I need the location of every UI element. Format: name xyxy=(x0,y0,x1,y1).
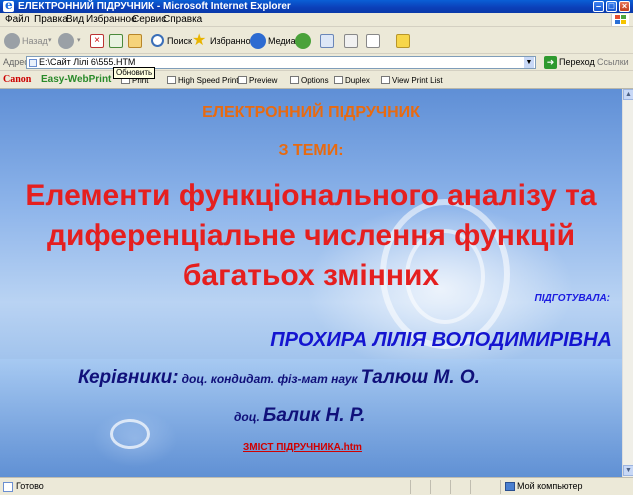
minimize-button[interactable]: – xyxy=(593,1,604,12)
view-print-list-option[interactable]: View Print List xyxy=(381,75,443,86)
preview-icon xyxy=(238,76,247,84)
author-name: ПРОХИРА ЛІЛІЯ ВОЛОДИМИРІВНА xyxy=(270,329,612,351)
menu-tools[interactable]: Сервис xyxy=(132,14,166,26)
my-computer-icon xyxy=(505,482,515,491)
menu-help[interactable]: Справка xyxy=(163,14,202,26)
windows-logo-icon xyxy=(611,14,629,26)
easy-webprint-menu[interactable]: Easy-WebPrint xyxy=(41,74,111,85)
search-button-label[interactable]: Поиск xyxy=(167,32,192,50)
vertical-scrollbar[interactable]: ▲ ▼ xyxy=(622,89,633,477)
options-icon xyxy=(290,76,299,84)
options-option[interactable]: Options xyxy=(290,75,329,86)
canon-toolbar: Canon Easy-WebPrint Print High Speed Pri… xyxy=(0,72,633,89)
status-text: Готово xyxy=(16,481,44,491)
close-button[interactable]: × xyxy=(619,1,630,12)
printer-fast-icon xyxy=(167,76,176,84)
page-content: ЕЛЕКТРОННИЙ ПІДРУЧНИК З ТЕМИ: Елементи ф… xyxy=(0,89,622,477)
high-speed-print-option[interactable]: High Speed Print xyxy=(167,75,238,86)
menu-file[interactable]: Файл xyxy=(5,14,30,26)
topic-title-line-3: багатьох змінних xyxy=(182,259,440,292)
table-of-contents-link[interactable]: ЗМІСТ ПІДРУЧНИКА.htm xyxy=(243,442,362,453)
page-status-icon xyxy=(3,482,13,492)
favorites-button-label[interactable]: Избранное xyxy=(210,32,256,50)
address-label: Адрес xyxy=(3,57,29,67)
duplex-icon xyxy=(334,76,343,84)
back-button-label[interactable]: Назад xyxy=(22,32,48,50)
title-bar: ЕЛЕКТРОННИЙ ПІДРУЧНИК - Microsoft Intern… xyxy=(0,0,633,13)
menu-bar: Файл Правка Вид Избранное Сервис Справка xyxy=(0,13,633,27)
status-divider xyxy=(470,480,471,494)
status-divider xyxy=(410,480,411,494)
topic-title-line-1: Елементи функціонального аналізу та xyxy=(25,179,597,212)
duplex-option[interactable]: Duplex xyxy=(334,75,370,86)
canon-logo: Canon xyxy=(3,74,32,85)
window-title: ЕЛЕКТРОННИЙ ПІДРУЧНИК - Microsoft Intern… xyxy=(18,1,291,12)
address-bar: Адрес E:\Сайт Лілі 6\555.HTM ▼ ➜ Переход… xyxy=(0,55,633,71)
edit-icon[interactable] xyxy=(366,34,380,48)
status-bar: Готово Мой компьютер xyxy=(0,477,633,495)
media-icon[interactable] xyxy=(250,33,266,49)
go-button[interactable]: Переход xyxy=(559,57,595,67)
heading-on-topic: З ТЕМИ: xyxy=(278,142,344,159)
zone-text: Мой компьютер xyxy=(517,481,583,491)
home-icon[interactable] xyxy=(128,34,142,48)
bubble-decoration xyxy=(110,419,150,449)
links-button[interactable]: Ссылки xyxy=(597,57,629,67)
print-icon[interactable] xyxy=(344,34,358,48)
heading-electronic-textbook: ЕЛЕКТРОННИЙ ПІДРУЧНИК xyxy=(202,104,420,121)
ie-icon xyxy=(3,0,14,12)
maximize-button[interactable]: □ xyxy=(606,1,617,12)
list-icon xyxy=(381,76,390,84)
back-arrow-icon[interactable] xyxy=(4,33,20,49)
mail-icon[interactable] xyxy=(320,34,334,48)
history-icon[interactable] xyxy=(295,33,311,49)
messenger-icon[interactable] xyxy=(396,34,410,48)
menu-favorites[interactable]: Избранное xyxy=(86,14,137,26)
page-icon xyxy=(29,59,37,67)
status-divider xyxy=(450,480,451,494)
status-divider xyxy=(430,480,431,494)
favorites-star-icon[interactable]: ★ xyxy=(192,32,206,50)
stop-icon[interactable]: × xyxy=(90,34,104,48)
address-input[interactable]: E:\Сайт Лілі 6\555.HTM ▼ xyxy=(26,56,536,69)
search-icon[interactable] xyxy=(151,34,164,47)
forward-dropdown-icon[interactable]: ▾ xyxy=(77,32,81,50)
standard-toolbar: Назад ▾ ▾ × Поиск ★ Избранное Медиа xyxy=(0,28,633,54)
forward-arrow-icon[interactable] xyxy=(58,33,74,49)
topic-title-line-2: диференціальне числення функцій xyxy=(46,219,576,252)
back-dropdown-icon[interactable]: ▾ xyxy=(48,32,52,50)
media-button-label[interactable]: Медиа xyxy=(268,32,296,50)
go-arrow-icon[interactable]: ➜ xyxy=(544,56,557,69)
prepared-by-label: ПІДГОТУВАЛА: xyxy=(534,293,610,304)
status-divider xyxy=(500,480,501,494)
supervisor-1-title: доц. кондидат. фіз-мат наук xyxy=(181,372,358,386)
refresh-tooltip: Обновить xyxy=(113,67,156,79)
menu-edit[interactable]: Правка xyxy=(34,14,68,26)
supervisor-2-name: Балик Н. Р. xyxy=(262,405,366,426)
preview-option[interactable]: Preview xyxy=(238,75,277,86)
supervisors-line-1: Керівники: доц. кондидат. фіз-мат наук Т… xyxy=(78,367,480,389)
supervisors-line-2: доц. Балик Н. Р. xyxy=(234,405,365,427)
supervisor-1-name: Талюш М. О. xyxy=(360,367,480,388)
supervisors-label: Керівники: xyxy=(78,367,179,388)
scroll-up-icon[interactable]: ▲ xyxy=(623,89,633,100)
supervisor-2-title: доц. xyxy=(234,410,260,424)
address-dropdown-icon[interactable]: ▼ xyxy=(524,57,534,68)
refresh-icon[interactable] xyxy=(109,34,123,48)
menu-view[interactable]: Вид xyxy=(66,14,84,26)
scroll-down-icon[interactable]: ▼ xyxy=(623,465,633,476)
